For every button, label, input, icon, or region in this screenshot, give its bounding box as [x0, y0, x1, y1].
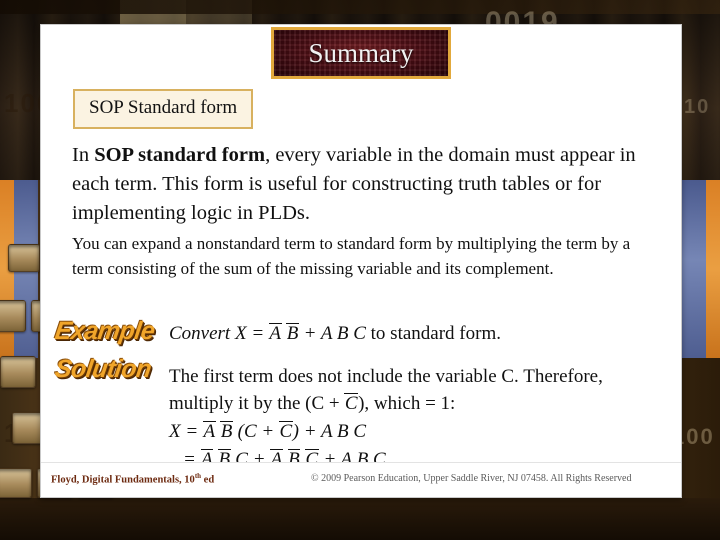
page-title: Summary	[308, 37, 414, 68]
solution-text: The first term does not include the vari…	[169, 363, 659, 417]
example-statement: Convert X = A B + A B C to standard form…	[169, 323, 501, 345]
equation-1-tail: ) + A B C	[292, 421, 367, 442]
slide-footer: Floyd, Digital Fundamentals, 10th ed © 2…	[41, 462, 681, 497]
equation-line-1: X = A B (C + C) + A B C	[169, 421, 366, 443]
example-term-1b: B	[286, 323, 299, 344]
background-key	[0, 468, 32, 498]
example-prefix: Convert X =	[169, 323, 269, 344]
solution-line-2: multiply it by the (C + C), which = 1:	[169, 390, 659, 417]
solution-line-2-suffix: ), which = 1:	[358, 393, 456, 414]
background-ghost-number-4: 10	[684, 96, 711, 118]
equation-1-lhs: X =	[169, 421, 203, 442]
slide-title-box: Summary	[271, 27, 451, 79]
main-paragraph: In SOP standard form, every variable in …	[72, 141, 652, 228]
equation-1-term-a: A	[202, 421, 216, 442]
sub-paragraph: You can expand a nonstandard term to sta…	[72, 234, 631, 278]
example-term-1a: A	[268, 323, 282, 344]
background-orange-panel-right	[706, 180, 720, 358]
footer-copyright: © 2009 Pearson Education, Upper Saddle R…	[311, 473, 632, 484]
main-paragraph-bold: SOP standard form	[94, 144, 266, 166]
background-key	[8, 244, 40, 272]
footer-author: Floyd, Digital Fundamentals, 10	[51, 474, 195, 486]
footer-edition: ed	[201, 474, 215, 486]
main-paragraph-lead: In	[72, 144, 95, 166]
background-bottom-strip	[0, 498, 720, 540]
equation-1-term-b: B	[220, 421, 233, 442]
slide-root: 0019 100 100 100 10 Summary SOP Standard…	[0, 0, 720, 540]
background-key	[0, 356, 36, 388]
slide-content-card: Summary SOP Standard form In SOP standar…	[40, 24, 682, 498]
example-stamp: Example	[53, 317, 157, 345]
solution-stamp: Solution	[53, 355, 154, 383]
solution-line-2-prefix: multiply it by the (C +	[169, 393, 345, 414]
solution-line-2-overline: C	[344, 393, 359, 414]
footer-attribution: Floyd, Digital Fundamentals, 10th ed	[51, 472, 214, 486]
example-suffix: to standard form.	[365, 323, 501, 344]
equation-1-term-c: C	[278, 421, 293, 442]
background-top-strip	[0, 0, 720, 14]
background-key	[0, 300, 26, 332]
section-heading: SOP Standard form	[73, 89, 254, 129]
solution-line-1: The first term does not include the vari…	[169, 366, 603, 387]
example-term-2: + A B C	[298, 323, 366, 344]
equation-1-mid: (C +	[232, 421, 279, 442]
